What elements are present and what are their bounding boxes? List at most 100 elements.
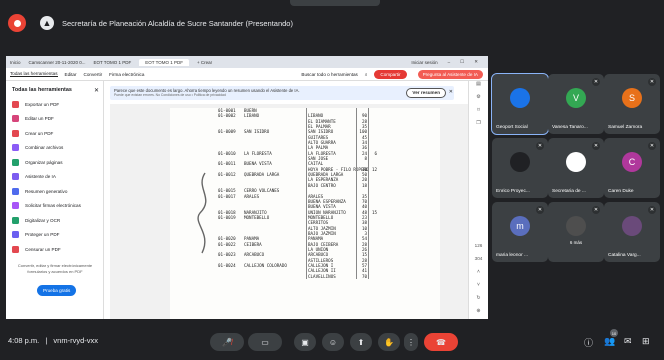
tool-icon xyxy=(12,245,19,253)
tool-item[interactable]: Editar un PDF xyxy=(6,112,103,127)
muted-mic-icon: ✕ xyxy=(648,206,656,214)
document-cell: 70 xyxy=(356,273,368,279)
tool-item[interactable]: Crear un PDF xyxy=(6,126,103,141)
page-up-icon[interactable]: ˄ xyxy=(469,269,488,282)
record-icon xyxy=(8,14,26,32)
search-tools[interactable]: Buscar todo o herramientas xyxy=(301,72,357,77)
close-panel-icon[interactable]: ✕ xyxy=(94,87,99,94)
maximize-icon[interactable]: ☐ xyxy=(460,59,464,65)
participant-tile[interactable]: ✕ Secretaria de ... xyxy=(548,138,604,198)
activities-icon[interactable]: ⊞ xyxy=(642,336,650,347)
presenting-title: Secretaría de Planeación Alcaldía de Suc… xyxy=(62,18,293,28)
document-row: CLAVELLINOS 70 xyxy=(218,273,378,279)
tool-item[interactable]: Proteger un PDF xyxy=(6,228,103,243)
tool-item[interactable]: Digitalizar y OCR xyxy=(6,213,103,228)
more-options-button[interactable]: ⋮ xyxy=(404,333,418,351)
chat-icon[interactable]: ✉ xyxy=(624,336,632,347)
menu-esign[interactable]: Firma electrónica xyxy=(109,72,144,77)
mic-toggle[interactable]: 🎤̸ xyxy=(210,333,244,351)
participant-name: maria leonor ... xyxy=(496,253,528,258)
tool-item[interactable]: Exportar un PDF xyxy=(6,97,103,112)
present-icon: ▲ xyxy=(40,16,54,30)
participant-tile[interactable]: C ✕ Caren Duke xyxy=(604,138,660,198)
browser-tabbar: Inicio Camscanner 20-11-2020 0... EOT TO… xyxy=(6,56,488,68)
participant-name: Geoport Social xyxy=(496,125,528,130)
participant-tile[interactable]: ✕ Enrico Proyec... xyxy=(492,138,548,198)
tool-item[interactable]: Resumen generativo xyxy=(6,184,103,199)
captions-button[interactable]: ▣ xyxy=(294,333,316,351)
meet-window: ▲ Secretaría de Planeación Alcaldía de S… xyxy=(0,0,664,360)
bookmark-icon[interactable]: ⌑ xyxy=(469,107,488,120)
tool-item[interactable]: Censurar un PDF xyxy=(6,242,103,257)
ai-assistant-button[interactable]: Pregunta al Asistente de IA xyxy=(417,69,483,79)
menu-edit[interactable]: Editar xyxy=(65,72,77,77)
participant-tile[interactable]: ✕ 6 más xyxy=(548,202,604,262)
tool-item[interactable]: Solicitar firmas electrónicas xyxy=(6,199,103,214)
page-total: 304 xyxy=(474,256,483,261)
tab-camscanner[interactable]: Camscanner 20-11-2020 0... xyxy=(29,60,86,65)
participant-tile[interactable]: ✕ Catalina Varg... xyxy=(604,202,660,262)
present-button[interactable]: ⬆ xyxy=(350,333,372,351)
shared-screen: Inicio Camscanner 20-11-2020 0... EOT TO… xyxy=(6,56,488,319)
notice-subtext: Puede que existan errores. No Condicione… xyxy=(114,93,226,98)
menu-convert[interactable]: Convertir xyxy=(84,72,103,77)
camera-toggle[interactable]: ▭ xyxy=(248,333,282,351)
participant-tile[interactable]: Geoport Social xyxy=(491,73,549,135)
ai-summary-notice: Parece que este documento es largo. Ahor… xyxy=(110,86,454,100)
people-count-badge: 10 xyxy=(610,329,618,337)
try-free-button[interactable]: Prueba gratis xyxy=(37,285,77,296)
emoji-icon: ☺ xyxy=(328,337,338,347)
info-icon[interactable]: ⓘ xyxy=(584,336,593,349)
refresh-icon[interactable]: ↻ xyxy=(469,295,488,308)
comment-icon[interactable]: ▤ xyxy=(469,81,488,94)
people-icon[interactable]: 👥 xyxy=(604,336,615,347)
tab-eot-1[interactable]: EOT TOMO 1 PDF xyxy=(93,60,131,65)
avatar xyxy=(566,152,586,172)
tab-home[interactable]: Inicio xyxy=(10,60,21,65)
tab-new[interactable]: + Crear xyxy=(197,60,212,65)
share-button[interactable]: Compartir xyxy=(374,69,407,79)
sign-in-link[interactable]: Iniciar sesión xyxy=(411,60,437,65)
tool-label: Organizar páginas xyxy=(25,159,63,165)
muted-mic-icon: ✕ xyxy=(592,78,600,86)
settings-icon[interactable]: ⚙ xyxy=(469,94,488,107)
tool-item[interactable]: Combinar archivos xyxy=(6,141,103,156)
meeting-controls-bar: 4:08 p.m. | vnm-rvyd-vxx 🎤̸ ▭ ▣ ☺ ⬆ ✋ ⋮ … xyxy=(0,324,664,360)
scan-shadow xyxy=(197,172,207,254)
close-notice-icon[interactable]: ✕ xyxy=(449,89,453,96)
participant-tile[interactable]: S ✕ Samuel Zamora xyxy=(604,74,660,134)
muted-mic-icon: ✕ xyxy=(648,142,656,150)
menu-all-tools[interactable]: Todas las herramientas xyxy=(10,71,58,77)
more-participants-label: 6 más xyxy=(569,240,583,245)
tool-label: Exportar un PDF xyxy=(25,101,60,107)
leave-call-button[interactable]: ☎ xyxy=(424,333,458,351)
participant-name: Secretaria de ... xyxy=(552,189,586,194)
muted-mic-icon: ✕ xyxy=(536,142,544,150)
tab-eot-2[interactable]: EOT TOMO 1 PDF xyxy=(139,58,189,66)
avatar xyxy=(622,216,642,236)
mic-off-icon: 🎤̸ xyxy=(222,337,232,347)
page-current[interactable]: 126 xyxy=(469,243,488,256)
top-pill xyxy=(290,0,380,6)
document-cell: CLAVELLINOS xyxy=(306,273,356,279)
page-down-icon[interactable]: ˅ xyxy=(469,282,488,295)
zoom-in-icon[interactable]: ⊕ xyxy=(469,308,488,319)
search-icon[interactable]: ⌕ xyxy=(365,72,368,77)
tool-item[interactable]: Organizar páginas xyxy=(6,155,103,170)
participant-tile[interactable]: m ✕ maria leonor ... xyxy=(492,202,548,262)
present-screen-icon: ⬆ xyxy=(357,337,365,347)
tool-icon xyxy=(12,115,19,123)
raise-hand-button[interactable]: ✋ xyxy=(378,333,400,351)
pages-icon[interactable]: ❐ xyxy=(469,120,488,133)
tools-panel-title: Todas las herramientas xyxy=(12,87,72,93)
close-icon[interactable]: ✕ xyxy=(474,59,478,65)
minimize-icon[interactable]: – xyxy=(448,60,451,65)
view-summary-button[interactable]: Ver resumen xyxy=(406,88,446,98)
meeting-code: vnm-rvyd-vxx xyxy=(53,336,99,345)
tool-label: Proteger un PDF xyxy=(25,232,60,238)
participant-tile[interactable]: V ✕ Vanesa Tanaro... xyxy=(548,74,604,134)
tool-icon xyxy=(12,144,19,152)
tool-item[interactable]: Asistente de IA xyxy=(6,170,103,185)
emoji-button[interactable]: ☺ xyxy=(322,333,344,351)
tool-icon xyxy=(12,129,19,137)
